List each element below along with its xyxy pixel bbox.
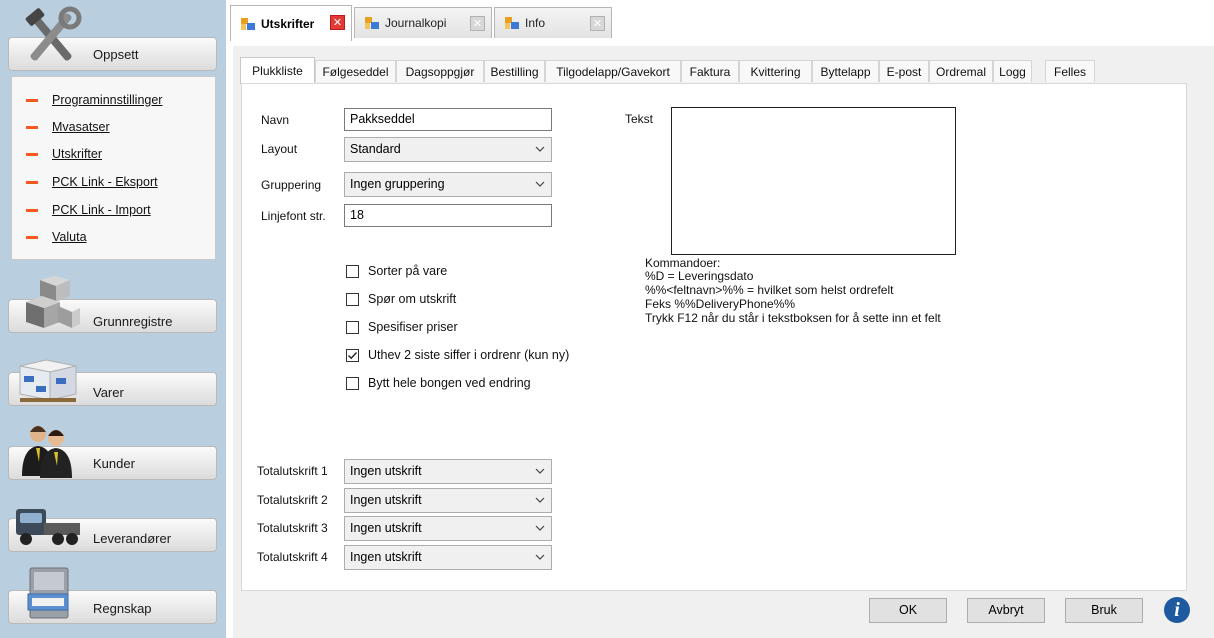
gruppering-label: Gruppering — [261, 178, 322, 192]
people-icon — [22, 426, 72, 478]
totalutskrift-4-label: Totalutskrift 4 — [257, 550, 328, 564]
close-icon[interactable]: ✕ — [590, 16, 605, 31]
boxes-icon — [19, 359, 77, 402]
link-mvasatser[interactable]: Mvasatser — [26, 118, 110, 136]
apply-button[interactable]: Bruk — [1065, 598, 1143, 623]
layout-label: Layout — [261, 142, 298, 156]
link-pck-link-import[interactable]: PCK Link - Import — [26, 201, 151, 219]
chevron-down-icon — [535, 525, 545, 531]
tab-journalkopi[interactable]: Journalkopi ✕ — [354, 7, 492, 38]
link-utskrifter[interactable]: Utskrifter — [26, 145, 102, 163]
form-icon — [241, 17, 255, 30]
command-line: Trykk F12 når du står i tekstboksen for … — [645, 311, 941, 325]
uthev-siffer-checkbox[interactable]: Uthev 2 siste siffer i ordrenr (kun ny) — [346, 346, 569, 364]
gruppering-select[interactable]: Ingen gruppering — [344, 172, 552, 197]
tekst-label: Tekst — [625, 112, 654, 126]
command-line: %D = Leveringsdato — [645, 269, 754, 283]
link-programinnstillinger[interactable]: Programinnstillinger — [26, 91, 162, 109]
info-icon[interactable]: i — [1164, 597, 1190, 623]
main-content: Plukkliste Følgeseddel Dagsoppgjør Besti… — [233, 46, 1214, 638]
totalutskrift-1-label: Totalutskrift 1 — [257, 464, 328, 478]
ok-button[interactable]: OK — [869, 598, 947, 623]
subtab-bestilling[interactable]: Bestilling — [484, 60, 545, 82]
chevron-down-icon — [535, 497, 545, 503]
truck-icon — [16, 509, 80, 545]
totalutskrift-2-select[interactable]: Ingen utskrift — [344, 488, 552, 513]
form-icon — [505, 17, 519, 29]
navn-label: Navn — [261, 113, 290, 127]
link-pck-link-eksport[interactable]: PCK Link - Eksport — [26, 173, 158, 191]
cabinet-icon — [27, 567, 69, 619]
totalutskrift-4-select[interactable]: Ingen utskrift — [344, 545, 552, 570]
tekst-textarea[interactable] — [671, 107, 956, 255]
oppsett-links-panel: Programinnstillinger Mvasatser Utskrifte… — [11, 76, 216, 260]
form-icon — [365, 17, 379, 29]
sidebar: Oppsett Programinnstillinger Mvasatser U… — [0, 0, 226, 638]
subtab-byttelapp[interactable]: Byttelapp — [812, 60, 879, 82]
tab-utskrifter[interactable]: Utskrifter ✕ — [230, 5, 352, 41]
close-icon[interactable]: ✕ — [330, 15, 345, 30]
tab-info[interactable]: Info ✕ — [494, 7, 612, 38]
navn-field[interactable]: Pakkseddel — [344, 108, 552, 131]
bytt-hele-bongen-checkbox[interactable]: Bytt hele bongen ved endring — [346, 374, 531, 392]
cancel-button[interactable]: Avbryt — [967, 598, 1045, 623]
subtab-tilgodelapp[interactable]: Tilgodelapp/Gavekort — [545, 60, 681, 82]
subtab-epost[interactable]: E-post — [879, 60, 929, 82]
subtab-faktura[interactable]: Faktura — [681, 60, 739, 82]
spesifiser-priser-checkbox[interactable]: Spesifiser priser — [346, 318, 458, 336]
totalutskrift-2-label: Totalutskrift 2 — [257, 493, 328, 507]
command-line: Feks %%DeliveryPhone%% — [645, 297, 796, 311]
command-line: %%<feltnavn>%% = hvilket som helst ordre… — [645, 283, 894, 297]
spor-om-utskrift-checkbox[interactable]: Spør om utskrift — [346, 290, 456, 308]
subtab-kvittering[interactable]: Kvittering — [739, 60, 812, 82]
close-icon[interactable]: ✕ — [470, 16, 485, 31]
chevron-down-icon — [535, 468, 545, 474]
commands-heading: Kommandoer: — [645, 256, 721, 270]
linjefont-label: Linjefont str. — [261, 209, 326, 223]
linjefont-field[interactable]: 18 — [344, 204, 552, 227]
layout-select[interactable]: Standard — [344, 137, 552, 162]
plukkliste-panel: Navn Pakkseddel Layout Standard Grupperi… — [241, 83, 1187, 591]
tools-icon — [25, 6, 82, 61]
subtab-felles[interactable]: Felles — [1045, 60, 1095, 82]
subtab-folgeseddel[interactable]: Følgeseddel — [315, 60, 396, 82]
totalutskrift-1-select[interactable]: Ingen utskrift — [344, 459, 552, 484]
chevron-down-icon — [535, 181, 545, 187]
chevron-down-icon — [535, 554, 545, 560]
subtab-ordremal[interactable]: Ordremal — [929, 60, 993, 82]
cubes-icon — [26, 276, 80, 328]
subtab-logg[interactable]: Logg — [993, 60, 1032, 82]
chevron-down-icon — [535, 146, 545, 152]
link-valuta[interactable]: Valuta — [26, 228, 87, 246]
totalutskrift-3-select[interactable]: Ingen utskrift — [344, 516, 552, 541]
nav-oppsett-label: Oppsett — [93, 47, 139, 62]
document-tab-bar: Utskrifter ✕ Journalkopi ✕ Info ✕ — [226, 0, 1214, 46]
totalutskrift-3-label: Totalutskrift 3 — [257, 521, 328, 535]
subtab-dagsoppgjor[interactable]: Dagsoppgjør — [396, 60, 484, 82]
checkmark-icon — [348, 351, 358, 359]
subtab-plukkliste[interactable]: Plukkliste — [240, 57, 315, 84]
sorter-pa-vare-checkbox[interactable]: Sorter på vare — [346, 262, 447, 280]
